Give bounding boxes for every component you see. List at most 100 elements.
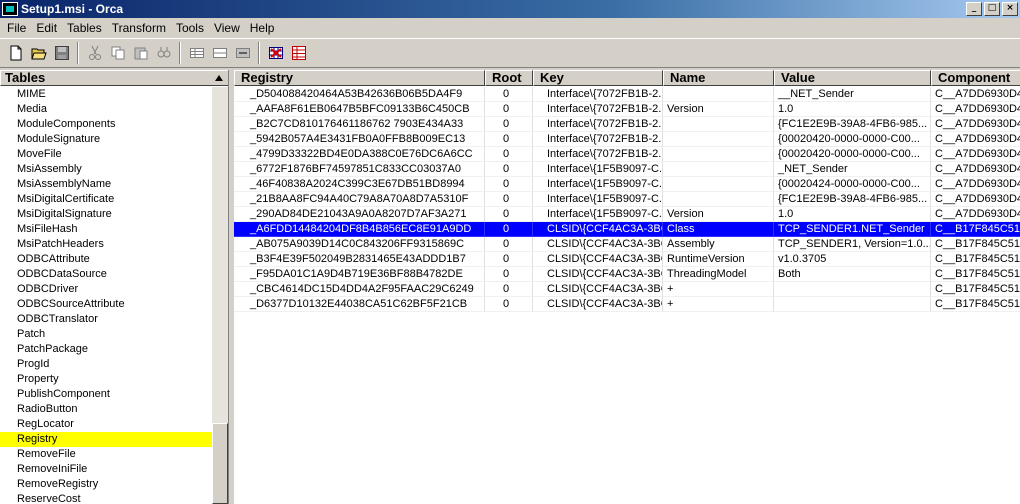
cell-registry[interactable]: _6772F1876BF74597851C833CC03037A0 [234, 162, 485, 177]
cell-component[interactable]: C__A7DD6930D46 [931, 147, 1020, 162]
table-list-item[interactable]: MsiDigitalSignature [0, 207, 212, 222]
tables-scrollbar[interactable] [212, 87, 228, 504]
table-properties-button[interactable] [287, 42, 310, 64]
cell-name[interactable] [663, 117, 774, 132]
cell-key[interactable]: Interface\{7072FB1B-2... [533, 147, 663, 162]
cell-value[interactable]: Both [774, 267, 931, 282]
new-button[interactable] [4, 42, 27, 64]
table-list-item[interactable]: PublishComponent [0, 387, 212, 402]
menu-view[interactable]: View [209, 21, 245, 35]
column-header-root[interactable]: Root [485, 70, 533, 86]
paste-button[interactable] [129, 42, 152, 64]
minimize-button[interactable]: _ [966, 2, 982, 16]
table-row[interactable]: _AB075A9039D14C0C843206FF9315869C 0 CLSID\… [234, 237, 1020, 252]
save-button[interactable] [50, 42, 73, 64]
cell-value[interactable]: TCP_SENDER1.NET_Sender [774, 222, 931, 237]
cell-registry[interactable]: _CBC4614DC15D4DD4A2F95FAAC29C6249 [234, 282, 485, 297]
cell-key[interactable]: Interface\{7072FB1B-2... [533, 87, 663, 102]
cell-registry[interactable]: _A6FDD14484204DF8B4B856EC8E91A9DD [234, 222, 485, 237]
table-row[interactable]: _B3F4E39F502049B2831465E43ADDD1B7 0 CLSID\… [234, 252, 1020, 267]
cell-root[interactable]: 0 [485, 147, 533, 162]
cell-root[interactable]: 0 [485, 282, 533, 297]
cell-registry[interactable]: _D6377D10132E44038CA51C62BF5F21CB [234, 297, 485, 312]
cell-registry[interactable]: _F95DA01C1A9D4B719E36BF88B4782DE [234, 267, 485, 282]
cell-root[interactable]: 0 [485, 267, 533, 282]
column-header-component[interactable]: Component [931, 70, 1020, 86]
table-list-item[interactable]: MsiDigitalCertificate [0, 192, 212, 207]
table-row[interactable]: _AAFA8F61EB0647B5BFC09133B6C450CB 0 Interf… [234, 102, 1020, 117]
menu-tools[interactable]: Tools [171, 21, 209, 35]
cell-registry[interactable]: _4799D33322BD4E0DA388C0E76DC6A6CC [234, 147, 485, 162]
table-list-item[interactable]: Media [0, 102, 212, 117]
table-list-item[interactable]: RemoveIniFile [0, 462, 212, 477]
cell-registry[interactable]: _5942B057A4E3431FB0A0FFB8B009EC13 [234, 132, 485, 147]
close-button[interactable]: × [1002, 2, 1018, 16]
validate-button[interactable] [264, 42, 287, 64]
cell-name[interactable]: + [663, 282, 774, 297]
cell-name[interactable] [663, 87, 774, 102]
cell-name[interactable] [663, 192, 774, 207]
cell-key[interactable]: CLSID\{CCF4AC3A-3BC... [533, 222, 663, 237]
cell-key[interactable]: Interface\{1F5B9097-C... [533, 192, 663, 207]
table-row[interactable]: _6772F1876BF74597851C833CC03037A0 0 Interf… [234, 162, 1020, 177]
cell-name[interactable]: + [663, 297, 774, 312]
table-list-item[interactable]: RemoveFile [0, 447, 212, 462]
table-row[interactable]: _21B8AA8FC94A40C79A8A70A8D7A5310F 0 Interf… [234, 192, 1020, 207]
table-list-item[interactable]: MsiAssemblyName [0, 177, 212, 192]
table-list-item[interactable]: MsiPatchHeaders [0, 237, 212, 252]
table-list-item[interactable]: ModuleSignature [0, 132, 212, 147]
cell-root[interactable]: 0 [485, 192, 533, 207]
find-button[interactable] [152, 42, 175, 64]
cell-key[interactable]: Interface\{1F5B9097-C... [533, 207, 663, 222]
table-list-item[interactable]: RemoveRegistry [0, 477, 212, 492]
cell-key[interactable]: Interface\{7072FB1B-2... [533, 102, 663, 117]
table-list-item[interactable]: ODBCDataSource [0, 267, 212, 282]
cell-component[interactable]: C__A7DD6930D46 [931, 102, 1020, 117]
cell-value[interactable]: {00020424-0000-0000-C00... [774, 177, 931, 192]
table-list-item[interactable]: RegLocator [0, 417, 212, 432]
table-list-item[interactable]: ODBCAttribute [0, 252, 212, 267]
export-button[interactable] [231, 42, 254, 64]
open-button[interactable] [27, 42, 50, 64]
cell-key[interactable]: CLSID\{CCF4AC3A-3BC... [533, 252, 663, 267]
cell-value[interactable]: {FC1E2E9B-39A8-4FB6-985... [774, 192, 931, 207]
table-row[interactable]: _D504088420464A53B42636B06B5DA4F9 0 Interf… [234, 87, 1020, 102]
cell-registry[interactable]: _B2C7CD810176461186762 7903E434A33 [234, 117, 485, 132]
cell-key[interactable]: CLSID\{CCF4AC3A-3BC... [533, 297, 663, 312]
cell-name[interactable]: Version [663, 207, 774, 222]
table-list-item[interactable]: ModuleComponents [0, 117, 212, 132]
cell-component[interactable]: C__A7DD6930D46 [931, 87, 1020, 102]
table-row[interactable]: _F95DA01C1A9D4B719E36BF88B4782DE 0 CLSID\{… [234, 267, 1020, 282]
cut-button[interactable] [83, 42, 106, 64]
table-row[interactable]: _46F40838A2024C399C3E67DB51BD8994 0 Interf… [234, 177, 1020, 192]
cell-name[interactable]: RuntimeVersion [663, 252, 774, 267]
cell-value[interactable]: _NET_Sender [774, 162, 931, 177]
cell-component[interactable]: C__B17F845C5170 [931, 267, 1020, 282]
table-list-item[interactable]: MIME [0, 87, 212, 102]
cell-name[interactable]: Assembly [663, 237, 774, 252]
cell-value[interactable]: {00020420-0000-0000-C00... [774, 147, 931, 162]
drop-row-button[interactable] [208, 42, 231, 64]
cell-root[interactable]: 0 [485, 102, 533, 117]
table-row[interactable]: _B2C7CD810176461186762 7903E434A33 0 Inter… [234, 117, 1020, 132]
cell-root[interactable]: 0 [485, 162, 533, 177]
cell-registry[interactable]: _B3F4E39F502049B2831465E43ADDD1B7 [234, 252, 485, 267]
cell-key[interactable]: Interface\{7072FB1B-2... [533, 117, 663, 132]
column-header-value[interactable]: Value [774, 70, 931, 86]
table-list-item[interactable]: MsiFileHash [0, 222, 212, 237]
cell-name[interactable] [663, 132, 774, 147]
menu-edit[interactable]: Edit [31, 21, 62, 35]
table-row[interactable]: _4799D33322BD4E0DA388C0E76DC6A6CC 0 Interf… [234, 147, 1020, 162]
menu-transform[interactable]: Transform [107, 21, 171, 35]
cell-name[interactable] [663, 162, 774, 177]
cell-root[interactable]: 0 [485, 222, 533, 237]
table-list-item[interactable]: Property [0, 372, 212, 387]
menu-tables[interactable]: Tables [62, 21, 107, 35]
cell-root[interactable]: 0 [485, 117, 533, 132]
cell-component[interactable]: C__A7DD6930D46 [931, 177, 1020, 192]
cell-value[interactable]: __NET_Sender [774, 87, 931, 102]
table-row[interactable]: _D6377D10132E44038CA51C62BF5F21CB 0 CLSID\… [234, 297, 1020, 312]
cell-root[interactable]: 0 [485, 132, 533, 147]
table-list-item[interactable]: MoveFile [0, 147, 212, 162]
table-list-item[interactable]: ReserveCost [0, 492, 212, 504]
